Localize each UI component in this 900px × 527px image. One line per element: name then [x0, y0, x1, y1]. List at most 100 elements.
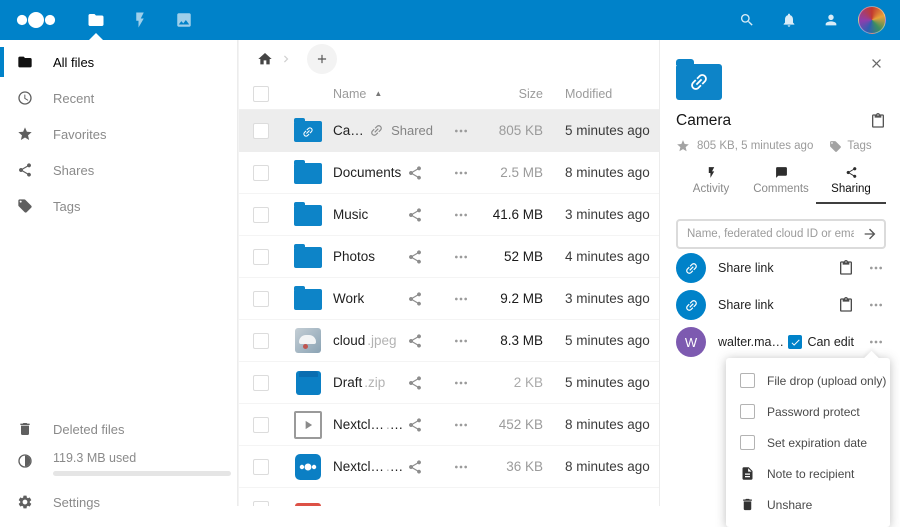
file-modified: 5 minutes ago [543, 375, 659, 390]
menu-checkbox[interactable] [740, 404, 755, 419]
row-checkbox[interactable] [253, 291, 269, 307]
sidebar-item[interactable]: Recent [0, 80, 237, 116]
share-icon[interactable] [407, 249, 423, 265]
more-actions-icon[interactable] [453, 165, 469, 181]
arrow-right-icon[interactable] [862, 226, 878, 242]
notifications-button[interactable] [768, 0, 810, 40]
shared-badge[interactable]: Shared [369, 123, 433, 138]
table-row[interactable]: Documents 2.5 MB 8 minutes ago [239, 152, 659, 194]
table-row[interactable]: Music 41.6 MB 3 minutes ago [239, 194, 659, 236]
row-checkbox[interactable] [253, 501, 269, 507]
row-checkbox[interactable] [253, 207, 269, 223]
table-row[interactable]: Draft.zip 2 KB 5 minutes ago [239, 362, 659, 404]
menu-checkbox[interactable] [740, 435, 755, 450]
new-file-button[interactable] [307, 44, 337, 74]
sharee-more-actions-icon[interactable] [868, 334, 884, 350]
sidebar-item-deleted-files[interactable]: Deleted files [0, 411, 237, 447]
row-checkbox[interactable] [253, 333, 269, 349]
menu-item[interactable]: Unshare [726, 489, 890, 520]
sidebar-item-label: Shares [53, 163, 94, 178]
column-header-modified[interactable]: Modified [543, 87, 659, 101]
table-row[interactable]: Nextcl….mp4 452 KB 8 minutes ago [239, 404, 659, 446]
tags-button[interactable]: Tags [847, 140, 871, 152]
sidebar-item[interactable]: All files [0, 44, 237, 80]
table-row[interactable]: Work 9.2 MB 3 minutes ago [239, 278, 659, 320]
sidebar-item[interactable]: Favorites [0, 116, 237, 152]
more-actions-icon[interactable] [453, 207, 469, 223]
tab-label: Activity [693, 183, 729, 195]
menu-item[interactable]: File drop (upload only) [726, 365, 890, 396]
table-row[interactable]: Photos 52 MB 4 minutes ago [239, 236, 659, 278]
file-name: Music [333, 207, 368, 222]
more-actions-icon[interactable] [453, 375, 469, 391]
column-header-name[interactable]: Name ▲ [333, 87, 441, 101]
copy-to-clipboard-icon[interactable] [838, 297, 854, 313]
menu-item[interactable]: Note to recipient [726, 458, 890, 489]
table-row[interactable]: cloud.jpeg 8.3 MB 5 minutes ago [239, 320, 659, 362]
share-icon[interactable] [407, 207, 423, 223]
table-row[interactable]: Ca… Shared 805 KB 5 minutes ago [239, 110, 659, 152]
file-name: Work [333, 291, 364, 306]
more-actions-icon[interactable] [453, 291, 469, 307]
menu-item[interactable]: Password protect [726, 396, 890, 427]
copy-link-icon[interactable] [870, 113, 886, 129]
file-extension: .mp4 [386, 417, 407, 432]
sidebar-item-label: All files [53, 55, 94, 70]
home-icon[interactable] [257, 51, 273, 67]
select-all-checkbox[interactable] [253, 86, 269, 102]
copy-to-clipboard-icon[interactable] [838, 260, 854, 276]
share-icon[interactable] [407, 375, 423, 391]
user-avatar[interactable] [858, 6, 886, 34]
contacts-button[interactable] [810, 0, 852, 40]
nav-activity[interactable] [118, 0, 162, 40]
panel-tab[interactable]: Comments [746, 166, 816, 204]
share-icon[interactable] [407, 459, 423, 475]
row-checkbox[interactable] [253, 123, 269, 139]
tab-label: Comments [753, 183, 809, 195]
more-actions-icon[interactable] [453, 123, 469, 139]
link-share-icon [676, 290, 706, 320]
share-icon[interactable] [407, 417, 423, 433]
share-more-actions-icon[interactable] [868, 297, 884, 313]
sidebar-item[interactable]: Tags [0, 188, 237, 224]
file-size: 2.5 MB [481, 165, 543, 180]
menu-checkbox[interactable] [740, 373, 755, 388]
sidebar-item[interactable]: Shares [0, 152, 237, 188]
can-edit-toggle[interactable]: Can edit [788, 335, 854, 349]
panel-tab[interactable]: Activity [676, 166, 746, 204]
menu-item[interactable]: Set expiration date [726, 427, 890, 458]
share-recipient-input[interactable] [676, 219, 886, 249]
row-checkbox[interactable] [253, 165, 269, 181]
table-row[interactable]: Nextcl….png 36 KB 8 minutes ago [239, 446, 659, 488]
more-actions-icon[interactable] [453, 249, 469, 265]
favorite-star-icon[interactable] [676, 139, 690, 153]
sidebar-item-icon [17, 162, 33, 178]
more-actions-icon[interactable] [453, 333, 469, 349]
column-header-size[interactable]: Size [481, 87, 543, 101]
share-icon[interactable] [407, 333, 423, 349]
can-edit-label: Can edit [807, 335, 854, 349]
file-size: 8.3 MB [481, 333, 543, 348]
more-actions-icon[interactable] [453, 459, 469, 475]
row-checkbox[interactable] [253, 459, 269, 475]
panel-tab[interactable]: Sharing [816, 166, 886, 204]
nav-gallery[interactable] [162, 0, 206, 40]
more-actions-icon[interactable] [453, 417, 469, 433]
row-checkbox[interactable] [253, 249, 269, 265]
share-icon[interactable] [407, 165, 423, 181]
tab-icon [845, 166, 858, 179]
nav-files[interactable] [74, 0, 118, 40]
share-icon[interactable] [407, 291, 423, 307]
checked-checkbox-icon[interactable] [788, 335, 802, 349]
close-icon[interactable] [869, 56, 884, 71]
search-button[interactable] [726, 0, 768, 40]
quota-disk-icon [17, 453, 33, 469]
link-share-icon [676, 253, 706, 283]
share-more-actions-icon[interactable] [868, 260, 884, 276]
row-checkbox[interactable] [253, 417, 269, 433]
sidebar-item-settings[interactable]: Settings [0, 484, 237, 520]
quota-label: 119.3 MB used [53, 451, 231, 465]
sharee-label: walter.maser@clo… [718, 335, 788, 349]
row-checkbox[interactable] [253, 375, 269, 391]
table-row[interactable] [239, 488, 659, 506]
